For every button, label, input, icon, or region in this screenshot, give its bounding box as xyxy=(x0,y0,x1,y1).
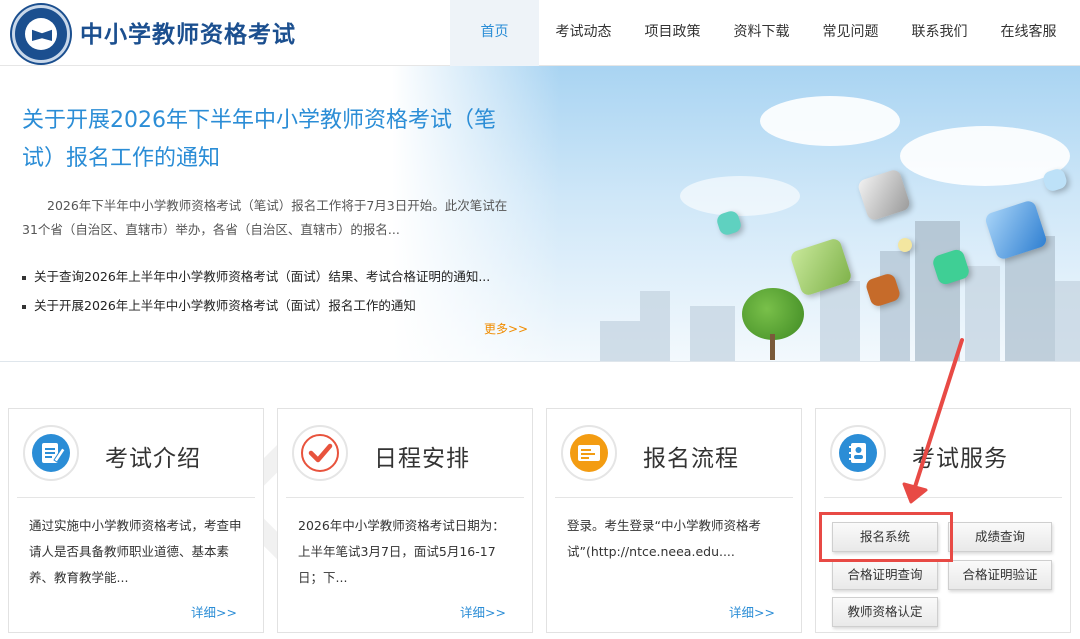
divider xyxy=(17,497,255,498)
card-title[interactable]: 考试介绍 xyxy=(105,439,201,473)
main-nav: 首页 考试动态 项目政策 资料下载 常见问题 联系我们 在线客服 xyxy=(450,0,1073,66)
more-news-link[interactable]: 更多>> xyxy=(484,320,528,337)
certificate-verify-button[interactable]: 合格证明验证 xyxy=(948,560,1052,590)
card-title[interactable]: 日程安排 xyxy=(374,439,470,473)
news-item[interactable]: 关于查询2026年上半年中小学教师资格考试（面试）结果、考试合格证明的通知... xyxy=(22,262,522,291)
document-edit-icon xyxy=(32,434,70,472)
city-skyline xyxy=(600,321,640,361)
details-link[interactable]: 详细>> xyxy=(729,602,775,621)
news-list: 关于查询2026年上半年中小学教师资格考试（面试）结果、考试合格证明的通知...… xyxy=(22,262,522,320)
divider xyxy=(286,497,524,498)
city-skyline xyxy=(1055,281,1080,361)
nav-downloads[interactable]: 资料下载 xyxy=(717,0,806,66)
card-schedule: 日程安排 2026年中小学教师资格考试日期为：上半年笔试3月7日，面试5月16-… xyxy=(277,408,533,633)
headline-summary: 2026年下半年中小学教师资格考试（笔试）报名工作将于7月3日开始。此次笔试在3… xyxy=(22,198,508,237)
card-icon-ring xyxy=(23,425,79,481)
card-registration-process: 报名流程 登录。考生登录“中小学教师资格考试”(http://ntce.neea… xyxy=(546,408,802,633)
highlight-box xyxy=(819,512,953,562)
site-header: 中小学教师资格考试 首页 考试动态 项目政策 资料下载 常见问题 联系我们 在线… xyxy=(0,0,1080,66)
nav-online-service[interactable]: 在线客服 xyxy=(984,0,1073,66)
certificate-query-button[interactable]: 合格证明查询 xyxy=(832,560,938,590)
city-skyline xyxy=(965,266,1000,361)
cloud-decoration xyxy=(760,96,900,146)
nav-exam-news[interactable]: 考试动态 xyxy=(539,0,628,66)
bullet-icon xyxy=(22,304,26,309)
news-item-label: 关于开展2026年上半年中小学教师资格考试（面试）报名工作的通知 xyxy=(34,298,416,313)
city-skyline xyxy=(690,306,735,361)
tree-decoration xyxy=(742,288,804,340)
card-icon-ring xyxy=(561,425,617,481)
card-exam-intro: 考试介绍 通过实施中小学教师资格考试，考查申请人是否具备教师职业道德、基本素养、… xyxy=(8,408,264,633)
news-item[interactable]: 关于开展2026年上半年中小学教师资格考试（面试）报名工作的通知 xyxy=(22,291,522,320)
divider xyxy=(555,497,793,498)
site-title[interactable]: 中小学教师资格考试 xyxy=(80,15,296,49)
card-icon-ring xyxy=(830,425,886,481)
tree-trunk-decoration xyxy=(770,334,775,360)
card-text: 2026年中小学教师资格考试日期为：上半年笔试3月7日，面试5月16-17日；下… xyxy=(298,518,505,585)
nav-contact[interactable]: 联系我们 xyxy=(895,0,984,66)
card-icon-ring xyxy=(292,425,348,481)
piano-cube-icon xyxy=(856,168,912,222)
city-skyline xyxy=(915,221,960,361)
nav-policy[interactable]: 项目政策 xyxy=(628,0,717,66)
details-link[interactable]: 详细>> xyxy=(460,602,506,621)
cloud-decoration xyxy=(680,176,800,216)
city-skyline xyxy=(880,251,910,361)
banner: 关于开展2026年下半年中小学教师资格考试（笔试）报名工作的通知 2026年下半… xyxy=(0,66,1080,362)
teacher-certification-button[interactable]: 教师资格认定 xyxy=(832,597,938,627)
divider xyxy=(824,497,1062,498)
card-text: 通过实施中小学教师资格考试，考查申请人是否具备教师职业道德、基本素养、教育教学能… xyxy=(29,518,242,585)
bullet-icon xyxy=(22,275,26,280)
details-link[interactable]: 详细>> xyxy=(191,602,237,621)
site-logo-icon[interactable] xyxy=(12,5,70,63)
card-title[interactable]: 考试服务 xyxy=(912,439,1008,473)
form-icon xyxy=(570,434,608,472)
nav-home[interactable]: 首页 xyxy=(450,0,539,66)
city-skyline xyxy=(820,281,860,361)
contacts-book-icon xyxy=(839,434,877,472)
city-skyline xyxy=(640,291,670,361)
news-item-label: 关于查询2026年上半年中小学教师资格考试（面试）结果、考试合格证明的通知... xyxy=(34,269,491,284)
nav-faq[interactable]: 常见问题 xyxy=(806,0,895,66)
card-text: 登录。考生登录“中小学教师资格考试”(http://ntce.neea.edu.… xyxy=(567,518,761,559)
score-query-button[interactable]: 成绩查询 xyxy=(948,522,1052,552)
checkmark-icon xyxy=(301,434,339,472)
card-title[interactable]: 报名流程 xyxy=(643,439,739,473)
headline-news-link[interactable]: 关于开展2026年下半年中小学教师资格考试（笔试）报名工作的通知 xyxy=(22,102,512,178)
